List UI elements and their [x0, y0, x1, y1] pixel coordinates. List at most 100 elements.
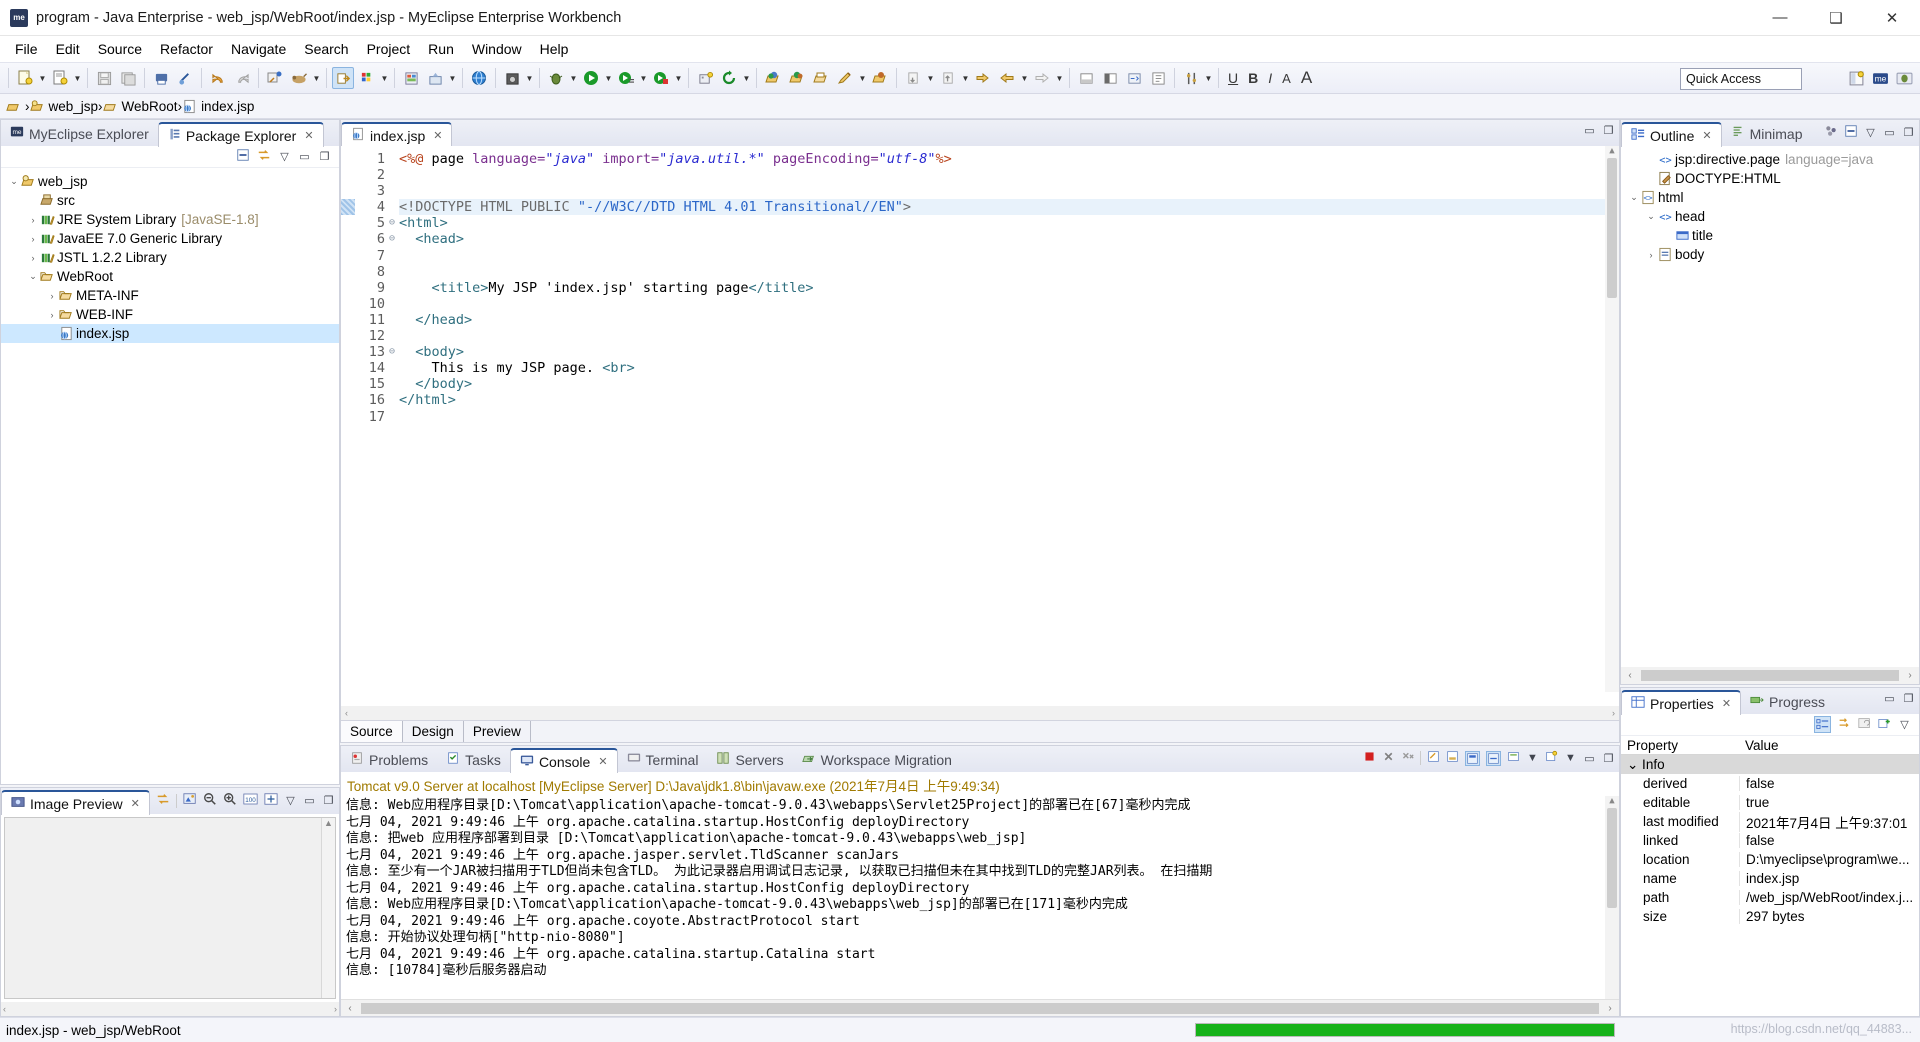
new-console-dropdown-icon[interactable]: ▼ [1564, 752, 1577, 764]
code-editor[interactable]: 1 2 3 4 5 6 7 8 9 10 11 12 13 14 15 16 17 ⊖ ⊖ ⊖ <%@ page l… [341, 146, 1619, 706]
collapse-all-icon[interactable] [1844, 124, 1858, 141]
maximize-view-icon[interactable]: ❐ [1602, 752, 1615, 765]
fold-toggle-icon[interactable]: ⊖ [385, 215, 399, 231]
breadcrumb-root-icon[interactable] [6, 99, 21, 114]
run-config-dropdown-icon[interactable]: ▼ [638, 74, 649, 83]
code-line[interactable]: </html> [399, 392, 1619, 408]
open-folder-icon[interactable] [869, 67, 891, 89]
chevron-right-icon[interactable]: › [45, 310, 59, 320]
toggle-breadcrumb-icon[interactable] [1123, 67, 1145, 89]
code-line[interactable] [399, 328, 1619, 344]
open-perspective-button-icon[interactable] [1845, 67, 1867, 89]
run-coverage-dropdown-icon[interactable]: ▼ [673, 74, 684, 83]
maximize-view-icon[interactable]: ❐ [1602, 124, 1615, 137]
remove-launch-icon[interactable] [1382, 750, 1395, 766]
tab-progress[interactable]: Progress [1741, 689, 1834, 714]
maximize-button[interactable]: ❑ [1808, 0, 1864, 36]
tree-item-index-jsp[interactable]: index.jsp [1, 324, 339, 343]
fold-toggle-icon[interactable]: ⊖ [385, 231, 399, 247]
console-dropdown-icon[interactable]: ▼ [1526, 752, 1539, 764]
menu-run[interactable]: Run [419, 39, 463, 59]
close-icon[interactable]: ✕ [598, 755, 607, 768]
maximize-view-icon[interactable]: ❐ [1902, 692, 1915, 705]
close-icon[interactable]: ✕ [304, 129, 313, 142]
back-dropdown-icon[interactable]: ▼ [1019, 74, 1030, 83]
minimize-view-icon[interactable]: ▭ [303, 794, 316, 807]
pin-console-icon[interactable] [1465, 750, 1480, 766]
code-line[interactable]: <head> [399, 231, 1619, 247]
close-icon[interactable]: ✕ [1722, 697, 1731, 710]
search-dropdown-icon[interactable]: ▼ [857, 74, 868, 83]
bold-button[interactable]: B [1243, 70, 1263, 86]
forward-dropdown-icon[interactable]: ▼ [1054, 74, 1065, 83]
property-row[interactable]: last modified 2021年7月4日 上午9:37:01 [1621, 811, 1919, 832]
tree-item-web-jsp[interactable]: ⌄ web_jsp [1, 172, 339, 191]
minimize-view-icon[interactable]: ▭ [1583, 124, 1596, 137]
print-icon[interactable] [150, 67, 172, 89]
properties-group-row[interactable]: ⌄ Info [1621, 755, 1919, 774]
property-row-empty[interactable] [1621, 945, 1919, 964]
tab-myeclipse-explorer[interactable]: me MyEclipse Explorer [1, 121, 158, 146]
property-row[interactable]: editable true [1621, 793, 1919, 812]
minimize-button[interactable]: — [1752, 0, 1808, 36]
project-tree[interactable]: ⌄ web_jsp src › JRE System Library [JavaSE-1.… [1, 168, 339, 784]
zoom-out-icon[interactable] [203, 792, 217, 809]
menu-file[interactable]: File [6, 39, 47, 59]
clear-console-icon[interactable] [1427, 750, 1440, 766]
new-file-icon[interactable] [14, 67, 36, 89]
zoom-fit-icon[interactable] [264, 792, 278, 809]
new-file-dropdown-icon[interactable]: ▼ [37, 74, 48, 83]
save-all-icon[interactable] [117, 67, 139, 89]
breadcrumb-item-folder[interactable]: WebRoot [102, 99, 178, 114]
run-dropdown-icon[interactable]: ▼ [603, 74, 614, 83]
restore-layout-icon[interactable] [1075, 67, 1097, 89]
close-icon[interactable]: ✕ [131, 797, 140, 810]
refresh-dropdown-icon[interactable]: ▼ [741, 74, 752, 83]
chevron-down-icon[interactable]: ⌄ [1644, 211, 1658, 222]
tab-tasks[interactable]: Tasks [437, 747, 510, 772]
code-line[interactable] [399, 248, 1619, 264]
outline-horizontal-scrollbar[interactable]: ‹ › [1621, 667, 1919, 684]
tab-image-preview[interactable]: Image Preview ✕ [1, 790, 150, 815]
perspective-java-enterprise-icon[interactable]: me [1869, 67, 1891, 89]
property-row[interactable]: path/web_jsp/WebRoot/index.j... [1621, 888, 1919, 907]
tree-item-webroot[interactable]: ⌄ WebRoot [1, 267, 339, 286]
debug-dropdown-icon[interactable]: ▼ [568, 74, 579, 83]
tree-item-web-inf[interactable]: › WEB-INF [1, 305, 339, 324]
debug-icon[interactable] [545, 67, 567, 89]
minimize-view-icon[interactable]: ▭ [1583, 752, 1596, 765]
editor-horizontal-scrollbar[interactable]: ‹ › [341, 706, 1619, 720]
code-line[interactable]: </head> [399, 312, 1619, 328]
open-console-icon[interactable] [1507, 750, 1520, 766]
code-line[interactable]: This is my JSP page. <br> [399, 360, 1619, 376]
view-menu-icon[interactable]: ▽ [1898, 718, 1911, 731]
split-layout-icon[interactable] [1099, 67, 1121, 89]
view-menu-icon[interactable]: ▽ [278, 150, 291, 163]
menu-window[interactable]: Window [463, 39, 531, 59]
scroll-lock-icon[interactable] [1446, 750, 1459, 766]
zoom-100-icon[interactable]: 100 [243, 792, 258, 809]
myeclipse-config-icon[interactable] [264, 67, 286, 89]
toggle-markers-icon[interactable] [174, 67, 196, 89]
increase-font-button[interactable]: A [1296, 68, 1317, 88]
property-row[interactable]: derived false [1621, 774, 1919, 793]
new-property-icon[interactable] [1878, 717, 1891, 733]
outline-item-head[interactable]: ⌄ <> head [1621, 207, 1919, 226]
run-icon[interactable] [580, 67, 602, 89]
properties-table[interactable]: Property Value ⌄ Info derived false editable t… [1621, 736, 1919, 1016]
chevron-right-icon[interactable]: › [45, 291, 59, 301]
tree-item-meta-inf[interactable]: › META-INF [1, 286, 339, 305]
tab-design[interactable]: Design [403, 721, 464, 742]
database-dropdown-icon[interactable]: ▼ [379, 74, 390, 83]
last-edit-location-icon[interactable] [972, 67, 994, 89]
perspective-debug-icon[interactable] [1893, 67, 1915, 89]
terminate-icon[interactable] [1363, 750, 1376, 766]
tree-item-jre-system-library[interactable]: › JRE System Library [JavaSE-1.8] [1, 210, 339, 229]
external-tools-dropdown-icon[interactable]: ▼ [447, 74, 458, 83]
editor-marker-gutter[interactable] [341, 146, 355, 706]
show-categories-icon[interactable] [1814, 716, 1831, 733]
new-wizard-icon[interactable] [49, 67, 71, 89]
minimize-view-icon[interactable]: ▭ [1883, 692, 1896, 705]
maximize-view-icon[interactable]: ❐ [318, 150, 331, 163]
menu-project[interactable]: Project [358, 39, 420, 59]
